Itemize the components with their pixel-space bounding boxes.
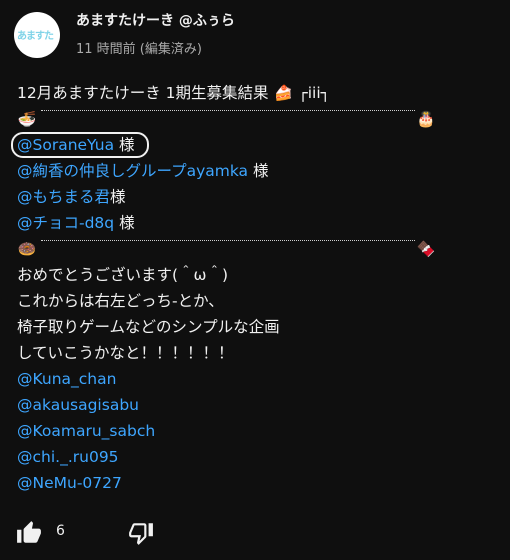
dotted-divider — [41, 240, 415, 241]
winner-line: @もちまる君様 — [17, 184, 497, 210]
post-content: 12月あますたけーき 1期生募集結果 🍰 ┌iii┐ 🍜 🎂 @SoraneYu… — [11, 80, 497, 496]
mention-link[interactable]: @akausagisabu — [17, 396, 139, 414]
mention-link[interactable]: @チョコ-d8q — [17, 214, 114, 232]
mention-link[interactable]: @SoraneYua — [17, 136, 114, 154]
mention-line: @chi._.ru095 — [17, 444, 497, 470]
dotted-divider — [41, 110, 415, 111]
winner-line: @絢香の仲良しグループayamka 様 — [17, 158, 497, 184]
circled-winner: @SoraneYua 様 — [11, 132, 149, 158]
like-count: 6 — [56, 523, 65, 539]
avatar-text: あますた — [17, 31, 54, 42]
mention-link[interactable]: @もちまる君 — [17, 188, 110, 206]
mention-line: @akausagisabu — [17, 392, 497, 418]
thumbs-up-icon[interactable] — [16, 520, 42, 546]
mention-line: @NeMu-0727 — [17, 470, 497, 496]
winner-line: @SoraneYua 様 — [11, 132, 497, 158]
winner-line: @チョコ-d8q 様 — [17, 210, 497, 236]
honorific: 様 — [110, 188, 126, 206]
message-line: 椅子取りゲームなどのシンプルな企画 — [17, 318, 280, 336]
post-timestamp[interactable]: 11 時間前 (編集済み) — [76, 38, 202, 57]
message-line: していこうかなと！！！！！！ — [17, 344, 234, 362]
chocolate-bar-icon: 🍫 — [416, 240, 436, 258]
mention-link[interactable]: @chi._.ru095 — [17, 448, 119, 466]
birthday-cake-icon: 🎂 — [416, 110, 436, 128]
thumbs-down-icon[interactable] — [128, 520, 154, 546]
author-name[interactable]: あますたけーき @ふぅら — [76, 10, 235, 30]
action-bar: 6 — [16, 518, 216, 548]
mention-link[interactable]: @絢香の仲良しグループayamka — [17, 162, 248, 180]
message-line: おめでとうございます(＾ω＾) — [17, 266, 229, 284]
honorific: 様 — [248, 162, 269, 180]
mention-line: @Kuna_chan — [17, 366, 497, 392]
noodle-bowl-icon: 🍜 — [17, 110, 37, 128]
honorific: 様 — [114, 136, 135, 154]
post-title-line: 12月あますたけーき 1期生募集結果 🍰 ┌iii┐ — [17, 80, 497, 106]
post-title: 12月あますたけーき 1期生募集結果 — [17, 84, 269, 102]
divider-2: 🍩 🍫 — [17, 236, 497, 262]
title-suffix: ┌iii┐ — [298, 84, 330, 102]
doughnut-icon: 🍩 — [17, 240, 37, 258]
message-line: これからは右左どっち-とか、 — [17, 292, 224, 310]
cake-slice-icon: 🍰 — [274, 84, 293, 102]
divider-1: 🍜 🎂 — [17, 106, 497, 132]
mention-line: @Koamaru_sabch — [17, 418, 497, 444]
avatar[interactable]: あますた — [14, 12, 60, 58]
mention-link[interactable]: @Koamaru_sabch — [17, 422, 155, 440]
honorific: 様 — [114, 214, 135, 232]
mention-link[interactable]: @Kuna_chan — [17, 370, 116, 388]
mention-link[interactable]: @NeMu-0727 — [17, 474, 122, 492]
